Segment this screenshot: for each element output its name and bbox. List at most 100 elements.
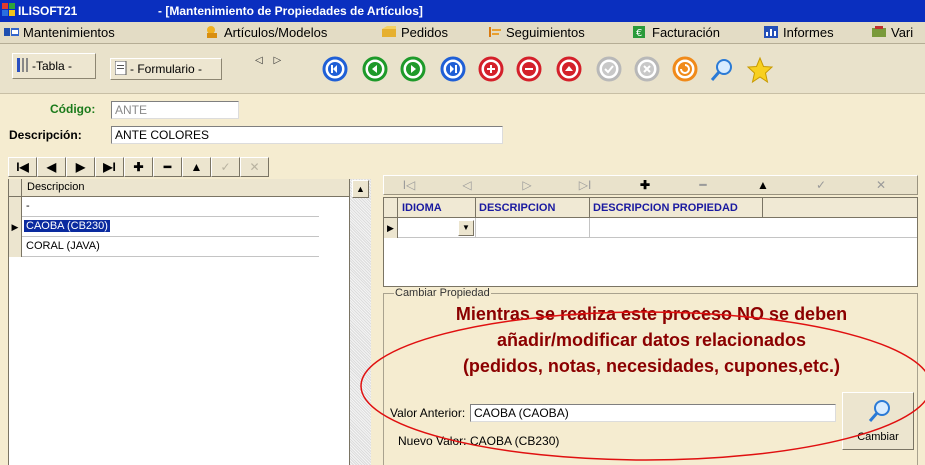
right-post-button[interactable]: ✓ — [796, 176, 846, 194]
menu-pedidos-label: Pedidos — [401, 25, 448, 40]
delete-record-button[interactable] — [516, 56, 542, 82]
menu-mantenimientos-label: Mantenimientos — [23, 25, 115, 40]
menu-varios-label: Vari — [891, 25, 914, 40]
app-title: ILISOFT21 — [18, 4, 78, 18]
form-header: Código: ANTE Descripción: ANTE COLORES — [0, 95, 925, 155]
translations-grid-header: IDIOMA DESCRIPCION DESCRIPCION PROPIEDAD — [384, 198, 917, 218]
properties-grid: Descripcion - ▶ CAOBA (CB230) CORAL (JAV… — [8, 179, 371, 465]
right-prev-button[interactable]: ◁ — [442, 176, 492, 194]
left-post-button[interactable]: ✓ — [211, 157, 240, 177]
warning-ellipse — [360, 311, 925, 461]
tracking-icon — [489, 27, 501, 37]
table-cell-selected: CAOBA (CB230) — [24, 220, 110, 232]
menu-articulos[interactable]: Artículos/Modelos — [205, 25, 327, 41]
table-row[interactable]: ▶ ▼ — [384, 218, 917, 238]
table-row[interactable]: - — [9, 197, 319, 217]
translations-grid: IDIOMA DESCRIPCION DESCRIPCION PROPIEDAD… — [383, 197, 918, 287]
left-prev-button[interactable]: ◀ — [37, 157, 66, 177]
codigo-label: Código: — [50, 102, 96, 116]
next-record-button[interactable] — [400, 56, 426, 82]
add-record-button[interactable] — [478, 56, 504, 82]
right-edit-button[interactable]: ▲ — [738, 176, 788, 194]
menu-seguimientos-label: Seguimientos — [506, 25, 585, 40]
right-delete-button[interactable]: ━ — [678, 176, 728, 194]
descripcion-column-header[interactable]: DESCRIPCION — [479, 202, 555, 214]
scroll-up-icon[interactable]: ▲ — [352, 180, 369, 198]
edit-record-button[interactable] — [556, 56, 582, 82]
menu-informes[interactable]: Informes — [764, 25, 834, 41]
toolbar: -Tabla - - Formulario - ◁ ▷ — [0, 44, 925, 94]
translations-panel: I◁ ◁ ▷ ▷I ✚ ━ ▲ ✓ ✕ IDIOMA DESCRIPCION D… — [360, 175, 925, 465]
right-last-button[interactable]: ▷I — [560, 176, 610, 194]
reports-icon — [764, 26, 778, 38]
prev-record-button[interactable] — [362, 56, 388, 82]
row-indicator — [9, 197, 22, 217]
app-icon — [2, 3, 15, 16]
first-record-button[interactable] — [322, 56, 348, 82]
form-view-icon — [115, 61, 127, 75]
table-view-icon — [17, 58, 28, 72]
descripcion-column-header[interactable]: Descripcion — [27, 181, 84, 193]
tab-formulario[interactable]: - Formulario - — [110, 58, 222, 80]
right-first-button[interactable]: I◁ — [384, 176, 434, 194]
header-indicator — [9, 179, 22, 197]
left-nav-bar: I◀ ◀ ▶ ▶I ✚ ━ ▲ ✓ ✕ — [8, 157, 364, 177]
menu-informes-label: Informes — [783, 25, 834, 40]
menu-pedidos[interactable]: Pedidos — [382, 25, 448, 41]
codigo-field[interactable]: ANTE — [111, 101, 239, 119]
left-edit-button[interactable]: ▲ — [182, 157, 211, 177]
cambiar-propiedad-legend: Cambiar Propiedad — [394, 287, 491, 299]
left-first-button[interactable]: I◀ — [8, 157, 37, 177]
orders-icon — [382, 26, 396, 37]
properties-panel: I◀ ◀ ▶ ▶I ✚ ━ ▲ ✓ ✕ Descripcion - ▶ CAOB… — [0, 157, 371, 465]
column-divider — [589, 218, 590, 238]
last-record-button[interactable] — [440, 56, 466, 82]
idioma-column-header[interactable]: IDIOMA — [402, 202, 442, 214]
window-title: - [Mantenimiento de Propiedades de Artíc… — [158, 4, 423, 18]
menu-varios[interactable]: Vari — [872, 25, 913, 41]
current-row-indicator: ▶ — [384, 218, 398, 238]
right-nav-bar: I◁ ◁ ▷ ▷I ✚ ━ ▲ ✓ ✕ — [383, 175, 918, 195]
left-cancel-button[interactable]: ✕ — [240, 157, 269, 177]
cancel-button[interactable] — [634, 56, 660, 82]
idioma-dropdown-icon[interactable]: ▼ — [458, 220, 474, 236]
current-row-indicator: ▶ — [9, 217, 22, 237]
tab-formulario-label: - Formulario - — [130, 62, 203, 76]
descripcion-field[interactable]: ANTE COLORES — [111, 126, 503, 144]
table-cell: CORAL (JAVA) — [26, 240, 100, 252]
refresh-button[interactable] — [672, 56, 698, 82]
menu-facturacion-label: Facturación — [652, 25, 720, 40]
properties-grid-header: Descripcion — [9, 179, 349, 197]
search-button[interactable] — [708, 56, 736, 84]
header-indicator — [384, 198, 398, 218]
star-icon[interactable] — [746, 56, 774, 84]
column-divider — [475, 218, 476, 238]
table-row[interactable]: CORAL (JAVA) — [9, 237, 319, 257]
right-cancel-button[interactable]: ✕ — [856, 176, 906, 194]
right-next-button[interactable]: ▷ — [502, 176, 552, 194]
right-add-button[interactable]: ✚ — [620, 176, 670, 194]
descripcion-propiedad-column-header[interactable]: DESCRIPCION PROPIEDAD — [593, 202, 738, 214]
title-bar: ILISOFT21 - [Mantenimiento de Propiedade… — [0, 0, 925, 22]
misc-icon — [872, 26, 886, 37]
table-row[interactable]: ▶ CAOBA (CB230) — [9, 217, 319, 237]
tab-scroll-arrows[interactable]: ◁ ▷ — [255, 55, 285, 66]
invoice-icon: € — [633, 26, 645, 38]
left-next-button[interactable]: ▶ — [66, 157, 95, 177]
menu-facturacion[interactable]: € Facturación — [633, 25, 720, 41]
column-divider — [475, 198, 476, 218]
row-indicator — [9, 237, 22, 257]
column-divider — [589, 198, 590, 218]
tab-tabla[interactable]: -Tabla - — [12, 53, 96, 79]
menu-bar: Mantenimientos Artículos/Modelos Pedidos… — [0, 22, 925, 44]
menu-mantenimientos[interactable]: Mantenimientos — [4, 25, 115, 41]
tools-icon — [4, 28, 19, 36]
menu-articulos-label: Artículos/Modelos — [224, 25, 328, 40]
column-divider — [762, 198, 763, 218]
confirm-button[interactable] — [596, 56, 622, 82]
table-cell: - — [26, 200, 30, 212]
left-last-button[interactable]: ▶I — [95, 157, 124, 177]
left-delete-button[interactable]: ━ — [153, 157, 182, 177]
left-add-button[interactable]: ✚ — [124, 157, 153, 177]
menu-seguimientos[interactable]: Seguimientos — [487, 25, 585, 41]
